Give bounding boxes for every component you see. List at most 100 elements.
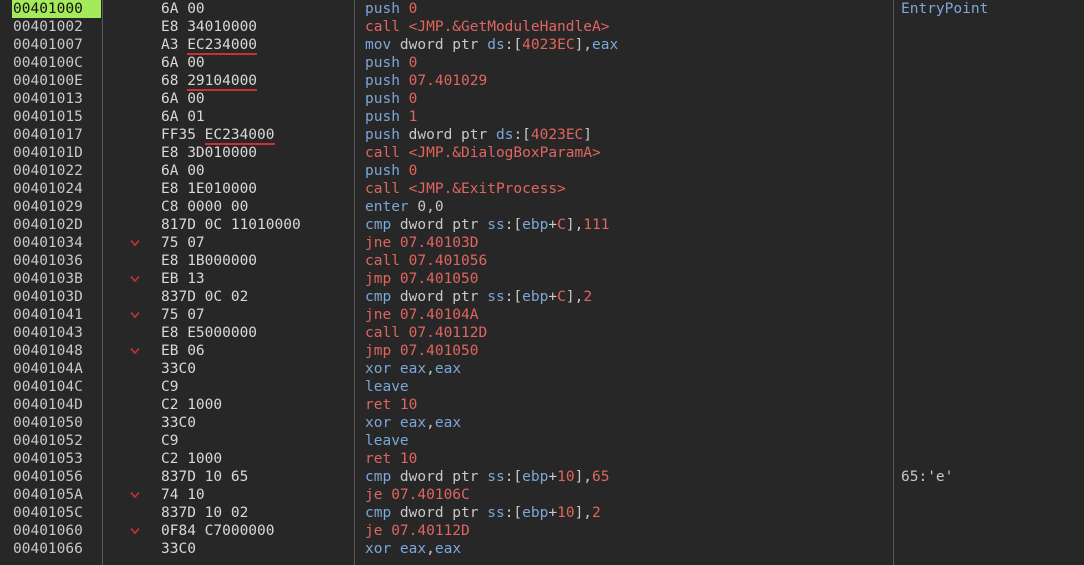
address-cell[interactable]: 0040104C xyxy=(12,378,101,396)
disasm-row[interactable]: 00401048 EB 06 jmp 07.401050 xyxy=(0,342,1084,360)
disasm-row[interactable]: 0040100C 6A 00 push 0 xyxy=(0,54,1084,72)
instruction-token: jmp xyxy=(365,271,400,287)
instruction-cell: enter 0,0 xyxy=(365,198,444,216)
bytes-cell: A3 EC234000 xyxy=(161,36,258,55)
disasm-row[interactable]: 0040101D E8 3D010000 call <JMP.&DialogBoxP… xyxy=(0,144,1084,162)
disasm-row[interactable]: 00401056 837D 10 65 cmp dword ptr ss:[ebp+… xyxy=(0,468,1084,486)
address-cell[interactable]: 00401056 xyxy=(12,468,101,486)
address-cell[interactable]: 00401066 xyxy=(12,540,101,558)
address-cell[interactable]: 00401060 xyxy=(12,522,101,540)
disasm-row[interactable]: 00401007 A3 EC234000 mov dword ptr ds:[402… xyxy=(0,36,1084,55)
instruction-cell: cmp dword ptr ss:[ebp+C],111 xyxy=(365,216,610,234)
address-cell[interactable]: 00401013 xyxy=(12,90,101,108)
disasm-row[interactable]: 00401060 0F84 C7000000 je 07.40112D xyxy=(0,522,1084,540)
disasm-row[interactable]: 00401041 75 07 jne 07.40104A xyxy=(0,306,1084,324)
disasm-row[interactable]: 00401050 33C0 xor eax,eax xyxy=(0,414,1084,432)
address-cell[interactable]: 0040102D xyxy=(12,216,101,234)
chevron-down-icon xyxy=(128,270,142,288)
disasm-row[interactable]: 0040103B EB 13 jmp 07.401050 xyxy=(0,270,1084,288)
instruction-token: + xyxy=(548,289,558,305)
address-cell[interactable]: 00401034 xyxy=(12,234,101,252)
byte-token: 33C0 xyxy=(161,415,196,431)
instruction-token: 0 xyxy=(408,91,418,107)
address-cell[interactable]: 00401043 xyxy=(12,324,101,342)
instruction-token: push xyxy=(365,1,409,17)
address-cell[interactable]: 00401015 xyxy=(12,108,101,126)
address-cell[interactable]: 00401050 xyxy=(12,414,101,432)
address-cell[interactable]: 00401036 xyxy=(12,252,101,270)
address-cell[interactable]: 0040105A xyxy=(12,486,101,504)
address-cell[interactable]: 00401022 xyxy=(12,162,101,180)
disasm-row[interactable]: 0040104A 33C0 xor eax,eax xyxy=(0,360,1084,378)
instruction-cell: ret 10 xyxy=(365,396,417,414)
instruction-token: ] xyxy=(583,127,593,143)
instruction-token: ss xyxy=(487,289,505,305)
disasm-row[interactable]: 00401034 75 07 jne 07.40103D xyxy=(0,234,1084,252)
instruction-cell: xor eax,eax xyxy=(365,414,461,432)
instruction-token: call xyxy=(365,325,409,341)
disasm-row[interactable]: 0040103D 837D 0C 02 cmp dword ptr ss:[ebp+… xyxy=(0,288,1084,306)
instruction-cell: push 0 xyxy=(365,90,417,108)
address-cell[interactable]: 00401048 xyxy=(12,342,101,360)
address-cell[interactable]: 0040100C xyxy=(12,54,101,72)
disasm-row[interactable]: 00401052 C9 leave xyxy=(0,432,1084,450)
instruction-token: 65 xyxy=(592,469,610,485)
address-cell[interactable]: 0040103B xyxy=(12,270,101,288)
disasm-row[interactable]: 00401053 C2 1000 ret 10 xyxy=(0,450,1084,468)
instruction-token: ebp xyxy=(522,217,549,233)
disasm-row[interactable]: 00401029 C8 0000 00 enter 0,0 xyxy=(0,198,1084,216)
instruction-cell: leave xyxy=(365,432,409,450)
disasm-row[interactable]: 00401002 E8 34010000 call <JMP.&GetModuleH… xyxy=(0,18,1084,36)
instruction-cell: xor eax,eax xyxy=(365,360,461,378)
disasm-row[interactable]: 00401066 33C0 xor eax,eax xyxy=(0,540,1084,558)
instruction-cell: push 0 xyxy=(365,0,417,18)
address-cell[interactable]: 00401000 xyxy=(12,0,101,18)
address-cell[interactable]: 00401041 xyxy=(12,306,101,324)
disassembly-rows: 00401000 6A 00 push 0 EntryPoint 00401002 E8 … xyxy=(0,0,1084,558)
address-cell[interactable]: 00401007 xyxy=(12,36,101,54)
disasm-row[interactable]: 0040104C C9 leave xyxy=(0,378,1084,396)
address-cell[interactable]: 0040100E xyxy=(12,72,101,90)
chevron-down-icon xyxy=(128,342,142,360)
byte-token: 837D 0C 02 xyxy=(161,289,249,305)
disasm-row[interactable]: 00401024 E8 1E010000 call <JMP.&ExitProces… xyxy=(0,180,1084,198)
address-cell[interactable]: 0040101D xyxy=(12,144,101,162)
instruction-token: eax xyxy=(434,541,462,557)
instruction-token: :[ xyxy=(513,127,531,143)
disasm-row[interactable]: 00401043 E8 E5000000 call 07.40112D xyxy=(0,324,1084,342)
address-cell[interactable]: 0040104A xyxy=(12,360,101,378)
address-cell[interactable]: 00401029 xyxy=(12,198,101,216)
disasm-row[interactable]: 00401000 6A 00 push 0 EntryPoint xyxy=(0,0,1084,18)
disasm-row[interactable]: 00401013 6A 00 push 0 xyxy=(0,90,1084,108)
instruction-token: , xyxy=(426,541,435,557)
instruction-cell: push 0 xyxy=(365,162,417,180)
disasm-row[interactable]: 0040105C 837D 10 02 cmp dword ptr ss:[ebp+… xyxy=(0,504,1084,522)
instruction-token: cmp xyxy=(365,505,400,521)
address-cell[interactable]: 0040103D xyxy=(12,288,101,306)
disassembly-view[interactable]: 00401000 6A 00 push 0 EntryPoint 00401002 E8 … xyxy=(0,0,1084,565)
instruction-token: 07.40112D xyxy=(408,325,488,341)
instruction-cell: cmp dword ptr ss:[ebp+10],2 xyxy=(365,504,601,522)
disasm-row[interactable]: 00401017 FF35 EC234000 push dword ptr ds:[… xyxy=(0,126,1084,145)
disasm-row[interactable]: 0040104D C2 1000 ret 10 xyxy=(0,396,1084,414)
disasm-row[interactable]: 0040105A 74 10 je 07.40106C xyxy=(0,486,1084,504)
address-cell[interactable]: 00401017 xyxy=(12,126,101,144)
instruction-token: push xyxy=(365,109,409,125)
byte-token: 837D 10 02 xyxy=(161,505,249,521)
disasm-row[interactable]: 00401036 E8 1B000000 call 07.401056 xyxy=(0,252,1084,270)
address-cell[interactable]: 00401024 xyxy=(12,180,101,198)
disasm-row[interactable]: 0040102D 817D 0C 11010000 cmp dword ptr ss… xyxy=(0,216,1084,234)
disasm-row[interactable]: 0040100E 68 29104000 push 07.401029 xyxy=(0,72,1084,91)
bytes-cell: 6A 00 xyxy=(161,54,205,72)
disasm-row[interactable]: 00401022 6A 00 push 0 xyxy=(0,162,1084,180)
address-cell[interactable]: 00401052 xyxy=(12,432,101,450)
address-cell[interactable]: 0040104D xyxy=(12,396,101,414)
bytes-cell: 0F84 C7000000 xyxy=(161,522,275,540)
address-cell[interactable]: 0040105C xyxy=(12,504,101,522)
address-cell[interactable]: 00401053 xyxy=(12,450,101,468)
instruction-cell: cmp dword ptr ss:[ebp+10],65 xyxy=(365,468,610,486)
comment-cell: EntryPoint xyxy=(901,1,989,17)
address-cell[interactable]: 00401002 xyxy=(12,18,101,36)
byte-token: C9 xyxy=(161,433,179,449)
disasm-row[interactable]: 00401015 6A 01 push 1 xyxy=(0,108,1084,126)
